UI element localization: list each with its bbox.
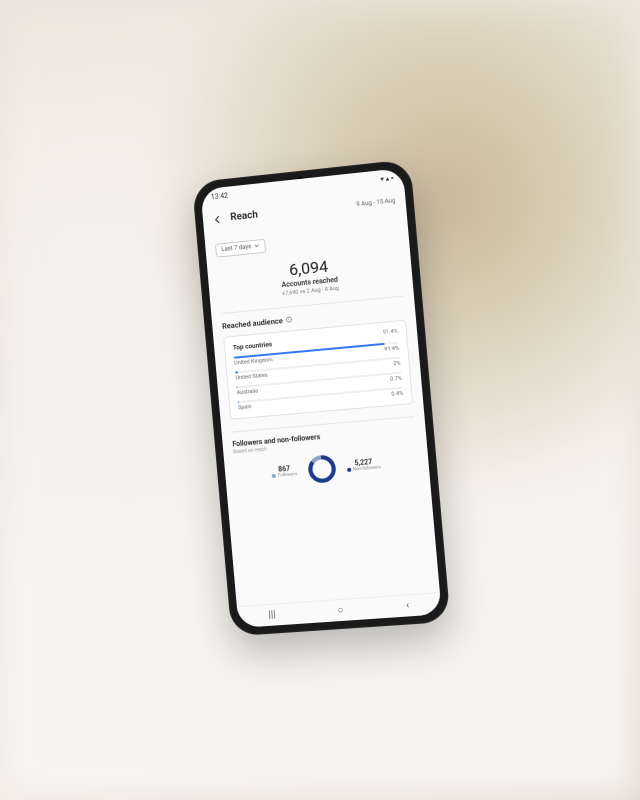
country-pct: 0.4%: [391, 390, 403, 397]
legend-dot-followers: [272, 474, 276, 478]
main-content: 6,094 Accounts reached +7,690 vs 2 Aug -…: [207, 244, 440, 606]
status-time: 13:42: [211, 192, 229, 202]
legend-dot-nonfollowers: [347, 468, 351, 472]
nav-back[interactable]: ‹: [406, 600, 410, 611]
country-pct: 2%: [393, 360, 401, 367]
timeframe-selector[interactable]: Last 7 days: [215, 238, 267, 257]
followers-stat: 867 Followers: [271, 464, 297, 479]
screen: 13:42 ▾ ▴ ▪ Reach 9 Aug - 15 Aug Last 7 …: [200, 168, 441, 628]
back-icon[interactable]: [212, 209, 223, 229]
section-title-text: Reached audience: [222, 316, 283, 331]
followers-label: Followers: [272, 472, 298, 479]
followers-section: Followers and non-followers Based on rea…: [231, 416, 419, 491]
bar-fill: [238, 401, 239, 403]
nav-home[interactable]: ○: [337, 605, 344, 616]
country-name: Australia: [237, 388, 259, 396]
phone-frame: 13:42 ▾ ▴ ▪ Reach 9 Aug - 15 Aug Last 7 …: [192, 159, 451, 636]
date-range: 9 Aug - 15 Aug: [356, 197, 396, 208]
country-name: Spain: [238, 404, 252, 411]
country-pct: 0.7%: [390, 375, 402, 382]
top-countries-card[interactable]: Top countries 91.4% United Kingdom 91.4% U…: [223, 319, 413, 419]
card-title: Top countries: [233, 340, 273, 352]
card-top-pct: 91.4%: [383, 328, 399, 337]
bar-fill: [236, 386, 237, 388]
page-title: Reach: [230, 210, 258, 224]
reached-audience-section: Reached audience i Top countries 91.4% U…: [221, 295, 414, 423]
nav-recent[interactable]: |||: [268, 610, 276, 621]
timeframe-label: Last 7 days: [221, 243, 251, 253]
status-icons: ▾ ▴ ▪: [380, 174, 394, 183]
country-pct: 91.4%: [384, 345, 399, 352]
bar-fill: [235, 371, 238, 373]
nonfollowers-stat: 5,227 Non-followers: [346, 457, 381, 473]
country-name: United States: [235, 372, 268, 381]
info-icon[interactable]: i: [285, 316, 291, 323]
country-name: United Kingdom: [234, 357, 273, 366]
donut-chart: [305, 452, 337, 484]
chevron-down-icon: [254, 242, 261, 251]
